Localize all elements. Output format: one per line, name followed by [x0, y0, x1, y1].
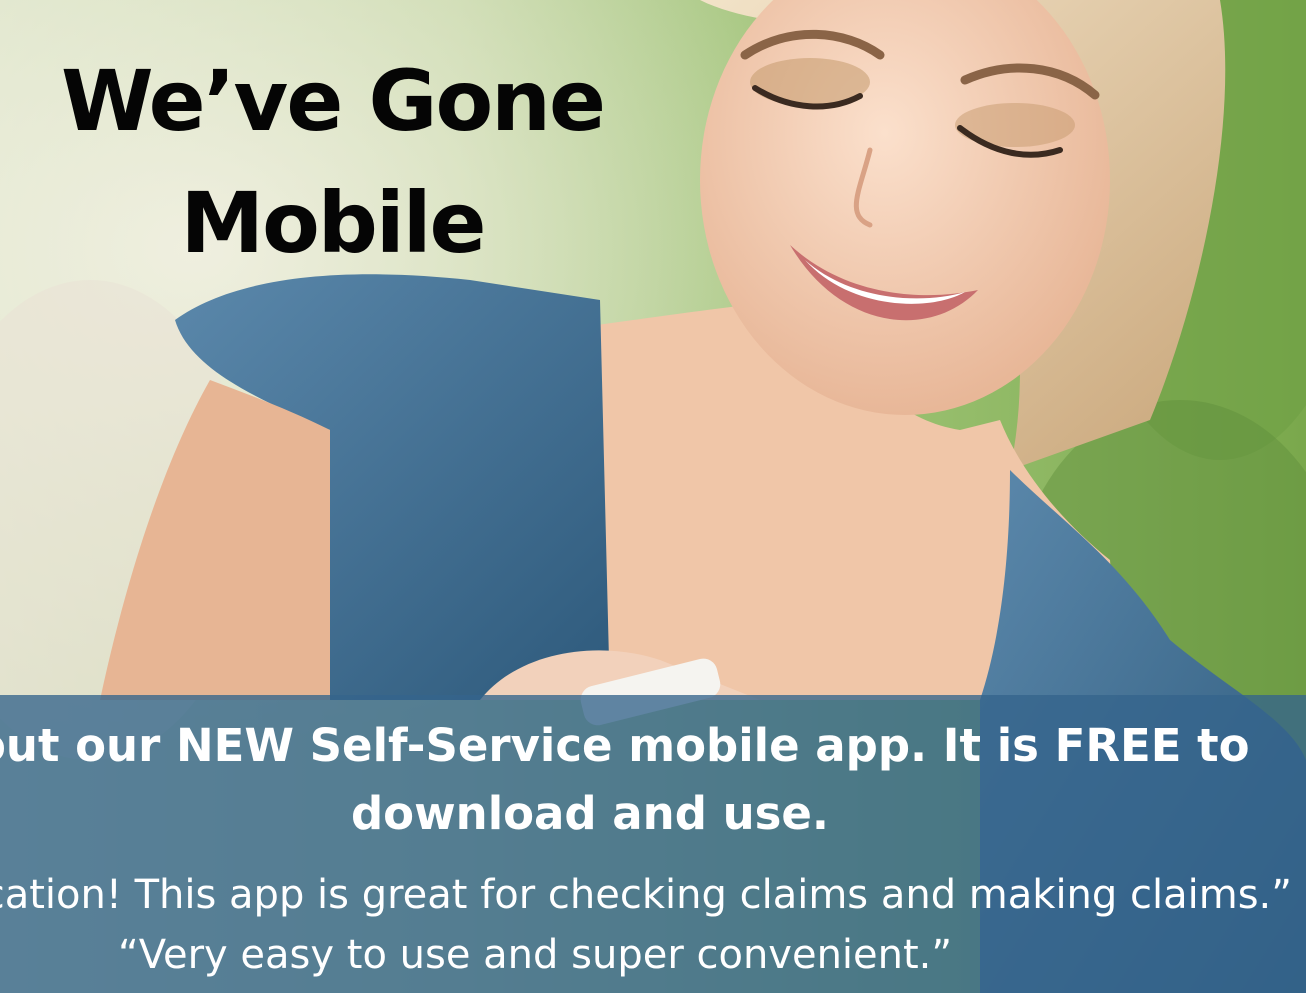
promo-line-1: out our NEW Self-Service mobile app. It …: [0, 719, 1250, 772]
headline-line-1: We’ve Gone: [61, 52, 606, 150]
promo-message: out our NEW Self-Service mobile app. It …: [0, 712, 1250, 848]
testimonial-2: “Very easy to use and super convenient.”: [118, 932, 953, 978]
page-headline: We’ve Gone Mobile: [0, 40, 665, 284]
promo-line-2: download and use.: [350, 787, 830, 840]
promo-banner: out our NEW Self-Service mobile app. It …: [0, 695, 1306, 993]
testimonial-1: plication! This app is great for checkin…: [0, 872, 1292, 918]
headline-line-2: Mobile: [180, 174, 487, 272]
